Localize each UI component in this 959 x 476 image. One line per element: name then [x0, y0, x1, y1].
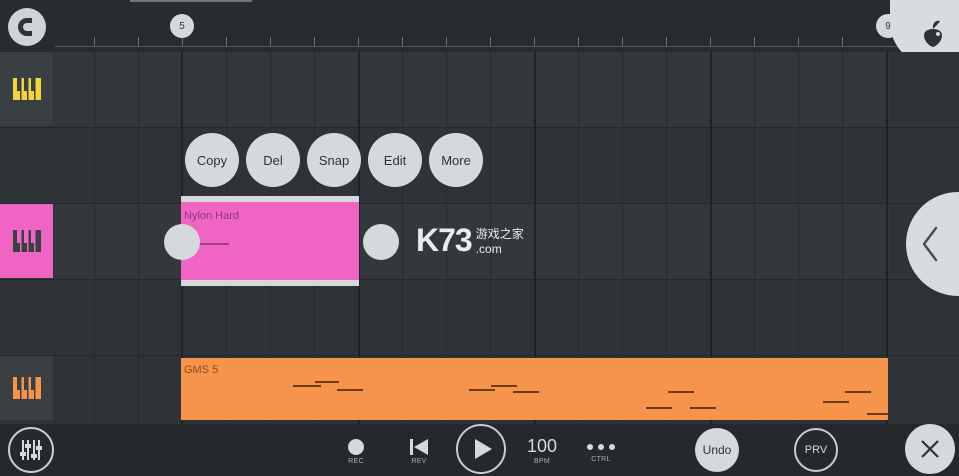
- timeline-ruler[interactable]: 5 9: [0, 0, 959, 52]
- ruler-tick: [270, 37, 271, 46]
- mixer-sliders-icon: [20, 440, 42, 460]
- magnet-icon: [17, 18, 32, 36]
- ruler-tick: [710, 37, 711, 46]
- track-row[interactable]: [54, 52, 889, 128]
- row-divider: [0, 127, 959, 128]
- ruler-tick: [578, 37, 579, 46]
- grid-line: [138, 52, 139, 424]
- ruler-tick: [490, 37, 491, 46]
- row-divider: [0, 203, 959, 204]
- skip-back-icon: [410, 439, 428, 455]
- bpm-label: BPM: [533, 458, 551, 465]
- position-marker-left[interactable]: 5: [170, 14, 194, 38]
- ruler-tick: [94, 37, 95, 46]
- piano-icon: [12, 230, 41, 252]
- edit-button[interactable]: Edit: [368, 133, 422, 187]
- ruler-tick: [622, 37, 623, 46]
- rewind-button[interactable]: REV: [406, 438, 432, 465]
- play-icon: [475, 439, 492, 459]
- watermark-domain: .com: [475, 242, 502, 256]
- note-bar: [668, 391, 694, 393]
- ruler-tick: [182, 37, 183, 46]
- note-bar: [337, 389, 363, 391]
- record-icon: [348, 439, 364, 455]
- watermark: K73 游戏之家 .com: [416, 222, 524, 259]
- rewind-label: REV: [411, 458, 427, 465]
- note-bar: [823, 401, 849, 403]
- timeline-scroll-thumb[interactable]: [130, 0, 252, 2]
- note-bar: [293, 385, 321, 387]
- pattern-clip-selected[interactable]: Nylon Hard: [181, 196, 359, 286]
- preview-button[interactable]: PRV: [794, 428, 838, 472]
- ruler-tick: [226, 37, 227, 46]
- note-bar: [690, 407, 716, 409]
- note-bar: [845, 391, 871, 393]
- note-bar: [513, 391, 539, 393]
- row-divider: [0, 355, 959, 356]
- control-menu-button[interactable]: CTRL: [584, 440, 618, 463]
- tempo-value: 100: [526, 436, 558, 456]
- more-button[interactable]: More: [429, 133, 483, 187]
- watermark-logo: K73: [416, 222, 473, 258]
- ruler-tick: [798, 37, 799, 46]
- record-button[interactable]: REC: [344, 438, 368, 465]
- track-instrument-button-orange[interactable]: [0, 356, 53, 420]
- note-bar: [199, 243, 229, 245]
- magnet-snap-button[interactable]: [8, 8, 46, 46]
- play-button[interactable]: [456, 424, 506, 474]
- pattern-clip[interactable]: GMS 5: [181, 358, 888, 420]
- close-button[interactable]: [905, 424, 955, 474]
- snap-button[interactable]: Snap: [307, 133, 361, 187]
- piano-icon: [12, 78, 41, 100]
- row-divider: [0, 279, 959, 280]
- note-bar: [469, 389, 495, 391]
- note-bar: [646, 407, 672, 409]
- ruler-tick: [138, 37, 139, 46]
- ruler-tick: [666, 37, 667, 46]
- ruler-line: [55, 46, 909, 47]
- fruit-logo-icon: [924, 20, 942, 47]
- clip-label: GMS 5: [184, 364, 219, 376]
- ruler-tick: [402, 37, 403, 46]
- note-bar: [491, 385, 517, 387]
- ctrl-label: CTRL: [591, 456, 611, 463]
- tempo-control[interactable]: 100 BPM: [522, 436, 562, 465]
- ruler-tick: [446, 37, 447, 46]
- ruler-tick: [754, 37, 755, 46]
- copy-button[interactable]: Copy: [185, 133, 239, 187]
- watermark-chinese: 游戏之家: [475, 227, 524, 241]
- record-label: REC: [348, 458, 364, 465]
- track-row[interactable]: [54, 280, 889, 356]
- ruler-tick: [534, 37, 535, 46]
- piano-icon: [12, 377, 41, 399]
- close-icon: [921, 440, 939, 458]
- note-bar: [315, 381, 339, 383]
- delete-button[interactable]: Del: [246, 133, 300, 187]
- grid-line: [94, 52, 95, 424]
- note-bar: [867, 413, 888, 415]
- more-dots-icon: [587, 444, 615, 450]
- chevron-left-icon: [922, 226, 938, 262]
- track-instrument-button-pink[interactable]: [0, 204, 53, 278]
- ruler-tick: [842, 37, 843, 46]
- ruler-tick: [358, 37, 359, 46]
- mixer-button[interactable]: [8, 427, 54, 473]
- clip-resize-handle-right[interactable]: [363, 224, 399, 260]
- ruler-tick: [314, 37, 315, 46]
- clip-resize-handle-left[interactable]: [164, 224, 200, 260]
- clip-label: Nylon Hard: [184, 210, 240, 222]
- track-instrument-button-yellow[interactable]: [0, 52, 53, 126]
- undo-button[interactable]: Undo: [695, 428, 739, 472]
